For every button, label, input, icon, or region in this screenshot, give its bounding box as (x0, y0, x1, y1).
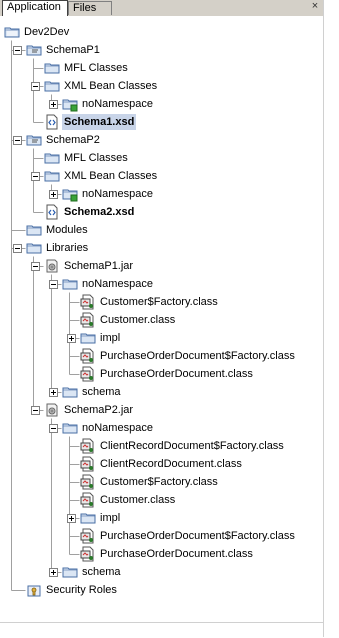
tree-node-label: Customer$Factory.class (100, 296, 218, 308)
folder-icon (62, 384, 78, 400)
expand-toggle-icon[interactable] (67, 334, 76, 343)
class-file-icon (80, 312, 96, 328)
navigator-tab-bar: Application Files × (0, 0, 323, 17)
jar-icon (44, 258, 60, 274)
class-file-icon (80, 546, 96, 562)
folder-icon (80, 510, 96, 526)
collapse-toggle-icon[interactable] (31, 172, 40, 181)
collapse-toggle-icon[interactable] (13, 244, 22, 253)
folder-icon (44, 78, 60, 94)
folder-icon (44, 60, 60, 76)
collapse-toggle-icon[interactable] (31, 262, 40, 271)
tree-node-label: SchemaP1.jar (64, 260, 134, 272)
tree-node-label: Customer.class (100, 494, 176, 506)
expand-toggle-icon[interactable] (49, 190, 58, 199)
class-file-icon (80, 294, 96, 310)
tree-node-label: noNamespace (82, 422, 153, 434)
close-panel-button[interactable]: × (309, 1, 321, 13)
class-file-icon (80, 438, 96, 454)
folder-icon (62, 276, 78, 292)
folder-icon (26, 240, 42, 256)
expand-toggle-icon[interactable] (49, 388, 58, 397)
application-tree[interactable]: Dev2Dev SchemaP1 MFL Classes XML Bean Class… (0, 16, 323, 622)
tree-node-label: Modules (46, 224, 88, 236)
class-file-icon (80, 474, 96, 490)
folder-icon (44, 168, 60, 184)
tree-node-label: noNamespace (82, 188, 153, 200)
application-navigator-panel: Dev2Dev SchemaP1 MFL Classes XML Bean Class… (0, 16, 324, 622)
expand-toggle-icon[interactable] (49, 100, 58, 109)
expand-toggle-icon[interactable] (67, 514, 76, 523)
class-file-icon (80, 456, 96, 472)
tree-node-label: Schema1.xsd (62, 114, 137, 130)
folder-icon (62, 564, 78, 580)
class-file-icon (80, 366, 96, 382)
package-folder-icon (62, 96, 78, 112)
collapse-toggle-icon[interactable] (31, 82, 40, 91)
tree-node-label: PurchaseOrderDocument.class (100, 548, 253, 560)
tree-node-label: MFL Classes (64, 152, 128, 164)
tree-node-label: MFL Classes (64, 62, 128, 74)
project-icon (26, 132, 42, 148)
folder-icon (80, 330, 96, 346)
tree-node-label: SchemaP2.jar (64, 404, 134, 416)
tree-node-label: Customer$Factory.class (100, 476, 218, 488)
class-file-icon (80, 348, 96, 364)
tab-files[interactable]: Files (68, 1, 112, 15)
tree-node-label: ClientRecordDocument.class (100, 458, 242, 470)
folder-icon (44, 150, 60, 166)
collapse-toggle-icon[interactable] (49, 280, 58, 289)
tree-node-label: schema (82, 566, 121, 578)
folder-icon (26, 222, 42, 238)
tree-node-label: Libraries (46, 242, 89, 254)
tree-node-label: SchemaP2 (46, 134, 100, 146)
xsd-file-icon (44, 204, 60, 220)
package-folder-icon (62, 186, 78, 202)
security-roles-icon (26, 582, 42, 598)
xsd-file-icon (44, 114, 60, 130)
project-icon (26, 42, 42, 58)
panel-bottom-edge (0, 622, 323, 638)
vertical-scrollbar[interactable] (323, 0, 339, 637)
class-file-icon (80, 492, 96, 508)
tree-node-label: PurchaseOrderDocument$Factory.class (100, 530, 295, 542)
tree-node-label: noNamespace (82, 98, 153, 110)
class-file-icon (80, 528, 96, 544)
tree-node-label: schema (82, 386, 121, 398)
tree-node-label: ClientRecordDocument$Factory.class (100, 440, 284, 452)
collapse-toggle-icon[interactable] (13, 136, 22, 145)
folder-icon (62, 420, 78, 436)
tree-node-label: XML Bean Classes (64, 170, 158, 182)
tree-node-label: noNamespace (82, 278, 153, 290)
tree-node-label: XML Bean Classes (64, 80, 158, 92)
tree-node-label: Dev2Dev (24, 26, 70, 38)
workspace-icon (4, 24, 20, 40)
tree-node-label: impl (100, 512, 121, 524)
tab-application[interactable]: Application (2, 0, 68, 16)
collapse-toggle-icon[interactable] (49, 424, 58, 433)
tree-node-label: impl (100, 332, 121, 344)
tree-node-label: Schema2.xsd (64, 206, 135, 218)
jar-icon (44, 402, 60, 418)
tree-node-label: PurchaseOrderDocument$Factory.class (100, 350, 295, 362)
expand-toggle-icon[interactable] (49, 568, 58, 577)
collapse-toggle-icon[interactable] (31, 406, 40, 415)
tree-node-label: SchemaP1 (46, 44, 100, 56)
tree-node-label: PurchaseOrderDocument.class (100, 368, 253, 380)
tree-node-label: Security Roles (46, 584, 117, 596)
tree-node-label: Customer.class (100, 314, 176, 326)
collapse-toggle-icon[interactable] (13, 46, 22, 55)
